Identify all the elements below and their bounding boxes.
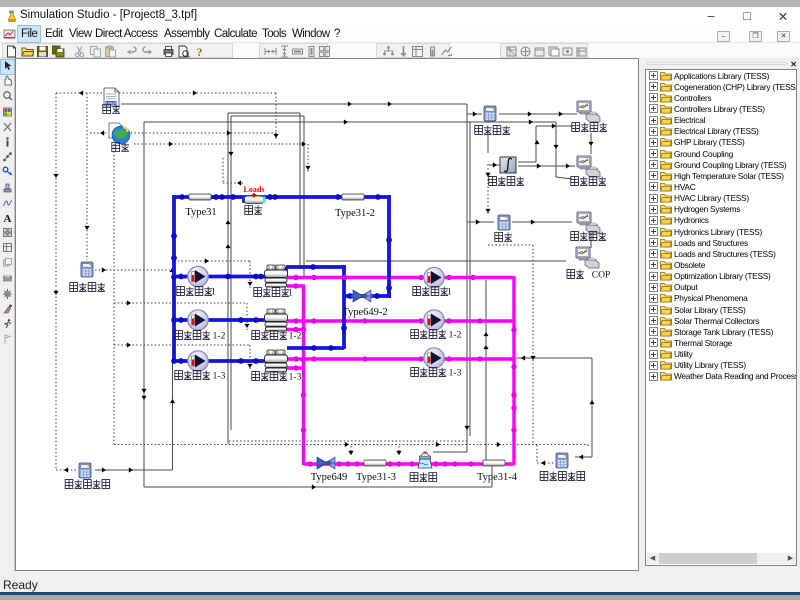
svg-text:1: 1 (447, 288, 452, 298)
svg-text:1-2: 1-2 (289, 332, 302, 342)
svg-text:Type31: Type31 (185, 207, 216, 218)
svg-text:1-3: 1-3 (213, 372, 226, 382)
svg-text:1-2: 1-2 (213, 332, 226, 342)
svg-text:Type31-2: Type31-2 (335, 208, 375, 219)
svg-text:Type31-4: Type31-4 (477, 472, 518, 483)
svg-text:1: 1 (211, 288, 216, 298)
svg-text:Type31-3: Type31-3 (356, 472, 396, 483)
svg-text:1-2: 1-2 (449, 331, 462, 341)
svg-text:A: A (4, 213, 12, 224)
svg-text:1: 1 (288, 289, 293, 299)
svg-text:1-3: 1-3 (449, 369, 462, 379)
svg-text:COP: COP (592, 271, 610, 281)
svg-text:Type649-2: Type649-2 (342, 307, 387, 318)
svg-text:Loads: Loads (244, 185, 265, 194)
svg-text:?: ? (196, 45, 202, 58)
svg-text:1-3: 1-3 (289, 373, 302, 383)
svg-text:Type649: Type649 (311, 472, 348, 483)
